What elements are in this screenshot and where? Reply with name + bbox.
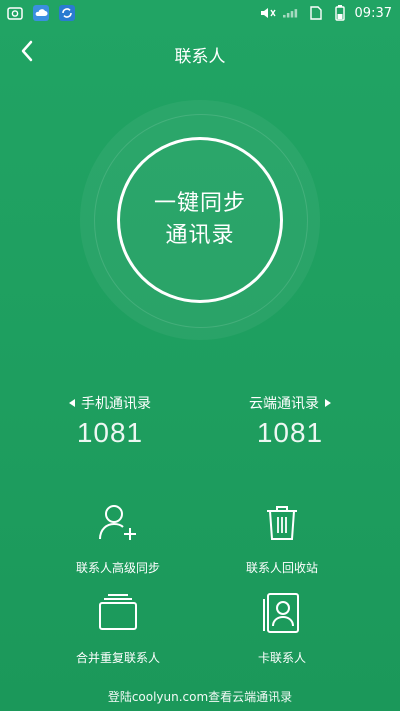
sim-contacts-button[interactable]: 卡联系人 xyxy=(202,591,362,666)
cloud-contacts-count: 1081 xyxy=(256,417,324,448)
phone-contacts-stat: 手机通讯录 1081 xyxy=(40,393,180,449)
arrow-left-icon xyxy=(69,399,75,407)
advanced-sync-button[interactable]: 联系人高级同步 xyxy=(38,501,198,576)
sync-label-line1: 一键同步 xyxy=(153,191,246,216)
cloud-app-icon xyxy=(32,5,50,21)
one-key-sync-button[interactable]: 一键同步 通讯录 xyxy=(117,137,283,303)
notification-icons xyxy=(6,5,76,21)
merge-duplicates-button[interactable]: 合并重复联系人 xyxy=(38,591,198,666)
sim-contacts-label: 卡联系人 xyxy=(257,651,306,665)
cloud-contacts-stat: 云端通讯录 1081 xyxy=(220,393,360,449)
sync-label-line2: 通讯录 xyxy=(165,223,235,248)
phone-contacts-count: 1081 xyxy=(76,417,144,448)
action-grid: 联系人高级同步 联系人回收站 合并重复联系人 卡联系人 xyxy=(0,495,400,675)
sync-area: 一键同步 通讯录 xyxy=(80,100,320,340)
recycle-bin-button[interactable]: 联系人回收站 xyxy=(202,501,362,576)
phone-contacts-label: 手机通讯录 xyxy=(81,396,151,412)
camera-icon xyxy=(6,5,24,21)
sim-icon xyxy=(307,5,325,21)
battery-icon xyxy=(331,5,349,21)
cloud-contacts-label-row: 云端通讯录 xyxy=(220,393,360,413)
sim-contact-icon xyxy=(260,591,304,635)
page-title: 联系人 xyxy=(174,47,226,67)
advanced-sync-label: 联系人高级同步 xyxy=(75,561,160,575)
signal-icon xyxy=(282,5,301,21)
sync-app-icon xyxy=(58,5,76,21)
status-bar: 09:37 xyxy=(0,0,400,28)
add-person-icon xyxy=(96,501,140,545)
app-header: 联系人 xyxy=(0,28,400,78)
trash-icon xyxy=(260,501,304,545)
coolyun-link[interactable]: 登陆coolyun.com查看云端通讯录 xyxy=(0,688,400,705)
mute-icon xyxy=(259,5,277,21)
merge-cards-icon xyxy=(96,591,140,635)
cloud-contacts-label: 云端通讯录 xyxy=(249,396,319,412)
merge-duplicates-label: 合并重复联系人 xyxy=(75,651,160,665)
contact-stats: 手机通讯录 1081 云端通讯录 1081 xyxy=(0,393,400,453)
phone-contacts-label-row: 手机通讯录 xyxy=(40,393,180,413)
system-icons: 09:37 xyxy=(259,5,392,21)
recycle-bin-label: 联系人回收站 xyxy=(245,561,318,575)
arrow-right-icon xyxy=(325,399,331,407)
status-time: 09:37 xyxy=(354,5,392,21)
